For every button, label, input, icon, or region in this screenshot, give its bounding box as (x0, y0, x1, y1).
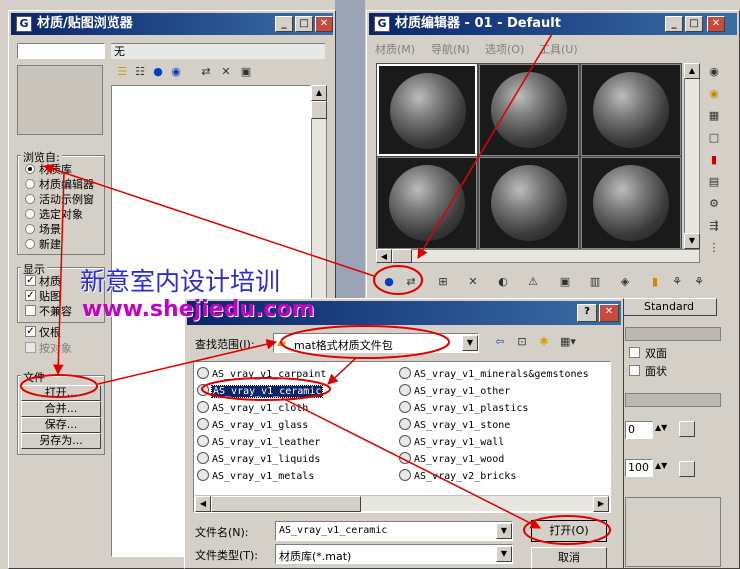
annotation-arrow-title-to-get (417, 33, 553, 259)
annotation-arrow-lookin-to-file (327, 357, 357, 385)
annotation-ellipse-open-dialog-button (523, 515, 611, 545)
annotation-arrow-get-to-library (43, 164, 375, 277)
annotation-overlay (20, 33, 611, 545)
annotation-ellipse-look-in (280, 325, 450, 359)
annotation-ellipse-get-material (373, 265, 423, 295)
annotation-arrow-library-to-open (53, 171, 65, 376)
annotation-ellipse-open-button (20, 374, 98, 398)
annotation-arrow-file-to-open (281, 397, 541, 529)
annotation-ellipse-selected-file (201, 377, 331, 401)
